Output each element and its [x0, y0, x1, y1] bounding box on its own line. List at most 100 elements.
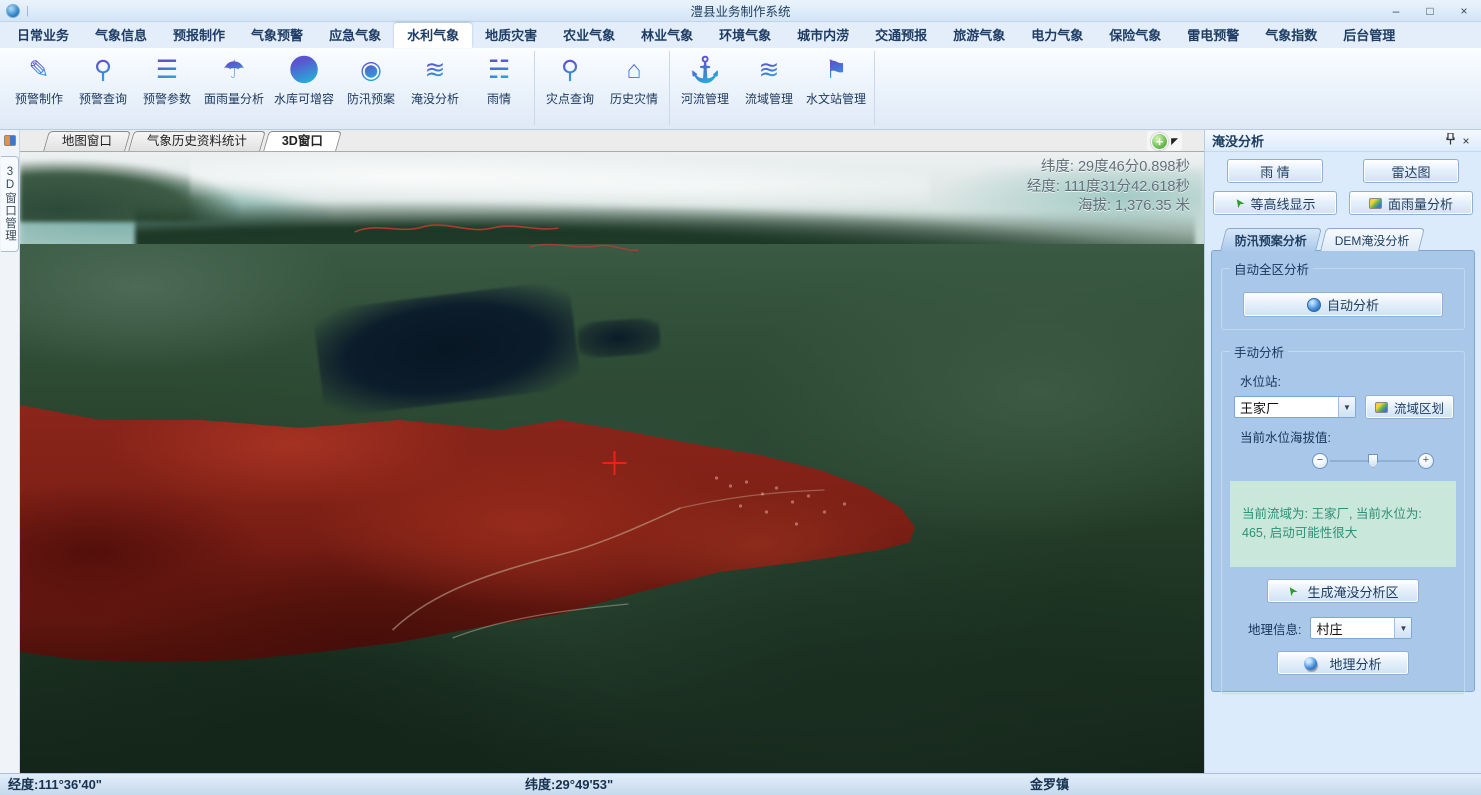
tool-warning-params[interactable]: ☰ 预警参数 — [135, 51, 199, 125]
tab-forecast-making[interactable]: 预报制作 — [160, 23, 238, 48]
disaster-query-icon: ⚲ — [561, 55, 579, 87]
basin-zoning-button[interactable]: 流域区划 — [1365, 395, 1454, 419]
road-line-2 — [453, 604, 629, 638]
inundation-analysis-icon: ≋ — [425, 55, 446, 87]
pin-icon[interactable] — [1442, 133, 1458, 148]
tab-3d-window[interactable]: 3D窗口 — [263, 131, 342, 151]
slider-thumb[interactable] — [1368, 454, 1378, 468]
panel-title: 淹没分析 — [1212, 131, 1442, 150]
tab-backend-admin[interactable]: 后台管理 — [1330, 23, 1408, 48]
cursor-arrow-icon: ➤ — [1231, 195, 1248, 211]
warning-create-icon: ✎ — [29, 55, 50, 87]
contour-line-2 — [530, 244, 639, 250]
minimize-button[interactable]: – — [1385, 3, 1407, 19]
tool-warning-query[interactable]: ⚲ 预警查询 — [71, 51, 135, 125]
tab-map-window[interactable]: 地图窗口 — [43, 131, 131, 151]
tab-power-weather[interactable]: 电力气象 — [1018, 23, 1096, 48]
tool-flood-plan[interactable]: ◉ 防汛预案 — [339, 51, 403, 125]
inundation-analysis-panel: 淹没分析 × 雨 情 雷达图 ➤ 等高线显示 面雨量分析 — [1204, 130, 1481, 773]
tab-water-weather[interactable]: 水利气象 — [394, 23, 472, 48]
main-area: 3D窗口管理 地图窗口 气象历史资料统计 3D窗口 + ◤ — [0, 130, 1481, 773]
tab-geological-disaster[interactable]: 地质灾害 — [472, 23, 550, 48]
rain-condition-button[interactable]: 雨 情 — [1227, 159, 1323, 183]
tool-river-management[interactable]: ⚓ 河流管理 — [673, 51, 737, 125]
tool-hydrostation-management[interactable]: ⚑ 水文站管理 — [801, 51, 871, 125]
generate-cursor-icon: ➤ — [1284, 583, 1301, 599]
warning-params-icon: ☰ — [156, 55, 178, 87]
panel-close-icon[interactable]: × — [1458, 134, 1474, 148]
road-line-1 — [393, 508, 681, 630]
tab-insurance-weather[interactable]: 保险气象 — [1096, 23, 1174, 48]
tool-warning-create[interactable]: ✎ 预警制作 — [7, 51, 71, 125]
ribbon-group-management: ⚓ 河流管理 ≋ 流域管理 ⚑ 水文站管理 — [670, 51, 875, 125]
tab-daily-business[interactable]: 日常业务 — [4, 23, 82, 48]
tool-historical-disasters[interactable]: ⌂ 历史灾情 — [602, 51, 666, 125]
tool-reservoir-capacity[interactable]: ♒ 水库可增容 — [269, 51, 339, 125]
app-window: | 澧县业务制作系统 – □ × 日常业务 气象信息 预报制作 气象预警 应急气… — [0, 0, 1481, 795]
station-select[interactable]: 王家厂 ▼ — [1234, 396, 1356, 418]
tab-flood-plan-analysis[interactable]: 防汛预案分析 — [1220, 228, 1322, 251]
slider-increase-button[interactable]: + — [1418, 453, 1434, 469]
status-latitude: 纬度:29°49'53" — [525, 774, 613, 795]
tab-weather-info[interactable]: 气象信息 — [82, 23, 160, 48]
quick-buttons: 雨 情 雷达图 ➤ 等高线显示 面雨量分析 — [1205, 152, 1481, 220]
historical-disasters-icon: ⌂ — [626, 55, 641, 87]
auto-analysis-button[interactable]: 自动分析 — [1243, 292, 1443, 317]
auto-group-title: 自动全区分析 — [1230, 259, 1313, 278]
basin-management-icon: ≋ — [759, 55, 780, 87]
longitude-readout: 经度: 111度31分42.618秒 — [1027, 178, 1190, 198]
tab-traffic-forecast[interactable]: 交通预报 — [862, 23, 940, 48]
flood-plan-tab-content: 自动全区分析 自动分析 手动分析 水位站: 王家厂 ▼ — [1211, 250, 1475, 692]
status-town: 金罗镇 — [1030, 774, 1069, 795]
tab-dem-inundation-analysis[interactable]: DEM淹没分析 — [1320, 228, 1424, 251]
tool-disaster-point-query[interactable]: ⚲ 灾点查询 — [538, 51, 602, 125]
close-button[interactable]: × — [1453, 3, 1475, 19]
geo-info-label: 地理信息: — [1248, 619, 1301, 638]
map-3d-viewport[interactable]: 纬度: 29度46分0.898秒 经度: 111度31分42.618秒 海拔: … — [20, 152, 1204, 773]
hydrostation-management-icon: ⚑ — [825, 55, 847, 87]
manual-group-title: 手动分析 — [1230, 342, 1288, 361]
radar-map-button[interactable]: 雷达图 — [1363, 159, 1459, 183]
tab-history-statistics[interactable]: 气象历史资料统计 — [128, 131, 266, 151]
status-longitude: 经度:111°36'40" — [8, 774, 102, 795]
generate-inundation-zone-button[interactable]: ➤ 生成淹没分析区 — [1267, 579, 1419, 603]
left-dock-strip: 3D窗口管理 — [0, 130, 20, 773]
titlebar-divider: | — [26, 5, 29, 17]
tool-inundation-analysis[interactable]: ≋ 淹没分析 — [403, 51, 467, 125]
tool-basin-management[interactable]: ≋ 流域管理 — [737, 51, 801, 125]
analysis-tab-control: 防汛预案分析 DEM淹没分析 自动全区分析 自动分析 手动分析 水位站: — [1211, 230, 1475, 692]
area-rainfall-button[interactable]: 面雨量分析 — [1349, 191, 1473, 215]
geo-info-row: 地理信息: 村庄 ▼ — [1248, 617, 1458, 639]
document-tab-bar: 地图窗口 气象历史资料统计 3D窗口 + ◤ — [20, 130, 1204, 152]
tab-weather-index[interactable]: 气象指数 — [1252, 23, 1330, 48]
ribbon-group-disaster: ⚲ 灾点查询 ⌂ 历史灾情 — [535, 51, 670, 125]
tab-agriculture-weather[interactable]: 农业气象 — [550, 23, 628, 48]
tool-rain-condition[interactable]: ☵ 雨情 — [467, 51, 531, 125]
globe-icon — [1307, 298, 1321, 312]
3d-window-manager-tab[interactable]: 3D窗口管理 — [1, 156, 19, 252]
tool-area-rainfall-analysis[interactable]: ☂ 面雨量分析 — [199, 51, 269, 125]
geo-info-select[interactable]: 村庄 ▼ — [1310, 617, 1412, 639]
tab-environment-weather[interactable]: 环境气象 — [706, 23, 784, 48]
river-management-icon: ⚓ — [689, 55, 720, 87]
geo-analysis-button[interactable]: 地理分析 — [1277, 651, 1409, 675]
slider-decrease-button[interactable]: − — [1312, 453, 1328, 469]
area-rainfall-icon: ☂ — [223, 55, 245, 87]
window-controls: – □ × — [1385, 3, 1475, 19]
magnifier-sphere-icon — [1304, 657, 1317, 670]
tab-emergency-weather[interactable]: 应急气象 — [316, 23, 394, 48]
chart-image-icon — [1369, 198, 1382, 209]
tab-urban-waterlogging[interactable]: 城市内涝 — [784, 23, 862, 48]
station-dropdown-icon[interactable]: ▼ — [1338, 397, 1355, 417]
contour-display-button[interactable]: ➤ 等高线显示 — [1213, 191, 1337, 215]
geo-dropdown-icon[interactable]: ▼ — [1394, 618, 1411, 638]
tab-weather-warning[interactable]: 气象预警 — [238, 23, 316, 48]
tab-list-dropdown-icon[interactable]: ◤ — [1171, 136, 1178, 147]
tab-forestry-weather[interactable]: 林业气象 — [628, 23, 706, 48]
maximize-button[interactable]: □ — [1419, 3, 1441, 19]
station-row: 王家厂 ▼ 流域区划 — [1234, 395, 1458, 419]
tab-lightning-warning[interactable]: 雷电预警 — [1174, 23, 1252, 48]
window-manager-icon — [4, 135, 16, 146]
add-tab-button[interactable]: + — [1151, 133, 1168, 150]
tab-tourism-weather[interactable]: 旅游气象 — [940, 23, 1018, 48]
